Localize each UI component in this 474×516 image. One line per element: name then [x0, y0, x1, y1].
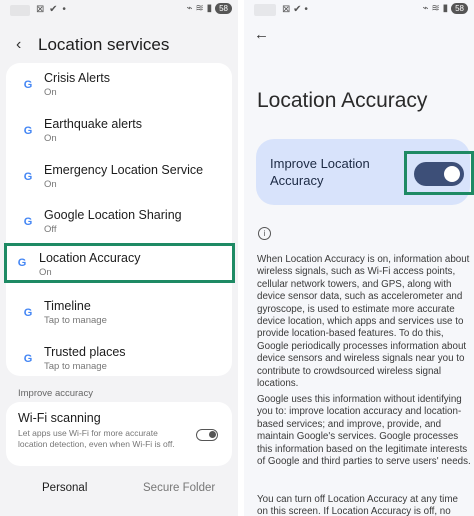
item-status: Tap to manage — [44, 361, 107, 372]
toggle-knob — [209, 431, 216, 438]
status-time-blurred — [10, 5, 30, 16]
google-icon: G — [23, 353, 33, 365]
battery-icon: 58 — [451, 3, 468, 14]
item-status: On — [44, 133, 57, 144]
info-icon: i — [258, 227, 271, 240]
tab-personal[interactable]: Personal — [42, 482, 87, 494]
google-icon: G — [23, 171, 33, 183]
google-icon: G — [23, 216, 33, 228]
improve-location-accuracy-toggle[interactable] — [414, 162, 464, 186]
wifi-scanning-description: Let apps use Wi-Fi for more accurate loc… — [18, 428, 175, 449]
google-icon: G — [23, 125, 33, 137]
item-title: Location Accuracy — [39, 251, 141, 265]
profile-tabs: Personal Secure Folder — [0, 476, 238, 504]
header: ‹ Location services — [0, 30, 238, 60]
item-status: On — [39, 267, 52, 278]
description-paragraph-1: When Location Accuracy is on, informatio… — [257, 254, 470, 390]
back-arrow-icon[interactable]: ‹ — [16, 36, 32, 54]
description-paragraph-3: You can turn off Location Accuracy at an… — [257, 494, 458, 516]
wifi-scanning-toggle[interactable] — [196, 429, 218, 441]
description-paragraph-2: Google uses this information without ide… — [257, 394, 471, 468]
list-item-emergency-location-service[interactable]: G Emergency Location Service On — [6, 158, 232, 204]
back-arrow-icon[interactable]: ← — [254, 26, 269, 43]
status-bar: ⊠ ✔ • ⌁ ≋ ▮ 58 — [0, 0, 238, 22]
battery-icon: 58 — [215, 3, 232, 14]
notification-icons: ⊠ ✔ • — [36, 4, 67, 15]
item-status: Tap to manage — [44, 315, 107, 326]
status-time-blurred — [254, 4, 276, 16]
item-status: On — [44, 179, 57, 190]
notification-icons: ⊠ ✔ • — [282, 4, 308, 15]
signal-icon: ⌁ ≋ ▮ — [186, 3, 213, 14]
item-title: Crisis Alerts — [44, 71, 110, 85]
status-right: ⌁ ≋ ▮ 58 — [423, 3, 468, 14]
google-icon: G — [23, 307, 33, 319]
item-title: Trusted places — [44, 345, 126, 359]
toggle-knob — [444, 166, 460, 182]
status-right: ⌁ ≋ ▮ 58 — [187, 3, 232, 14]
list-item-timeline[interactable]: G Timeline Tap to manage — [6, 294, 232, 340]
list-item-earthquake-alerts[interactable]: G Earthquake alerts On — [6, 112, 232, 158]
page-title: Location Accuracy — [257, 89, 428, 112]
item-title: Earthquake alerts — [44, 117, 142, 131]
item-status: On — [44, 87, 57, 98]
list-item-location-accuracy[interactable]: G Location Accuracy On — [4, 243, 235, 283]
improve-location-accuracy-toggle-highlight[interactable] — [404, 151, 474, 195]
wifi-scanning-title: Wi-Fi scanning — [18, 411, 101, 425]
improve-location-accuracy-card[interactable]: Improve Location Accuracy — [256, 139, 474, 205]
tab-secure-folder[interactable]: Secure Folder — [143, 482, 215, 494]
list-item-trusted-places[interactable]: G Trusted places Tap to manage — [6, 340, 232, 386]
google-icon: G — [23, 79, 33, 91]
section-label-improve-accuracy: Improve accuracy — [18, 388, 93, 399]
item-title: Timeline — [44, 299, 91, 313]
location-accuracy-screen: ⊠ ✔ • ⌁ ≋ ▮ 58 ← Location Accuracy Impro… — [244, 0, 474, 516]
item-status: Off — [44, 224, 57, 235]
item-title: Emergency Location Service — [44, 163, 204, 177]
item-title: Google Location Sharing — [44, 208, 182, 222]
google-icon: G — [17, 257, 27, 269]
list-item-crisis-alerts[interactable]: G Crisis Alerts On — [6, 66, 232, 112]
improve-location-accuracy-label: Improve Location Accuracy — [270, 156, 370, 188]
page-title: Location services — [38, 35, 170, 54]
signal-icon: ⌁ ≋ ▮ — [422, 3, 449, 14]
